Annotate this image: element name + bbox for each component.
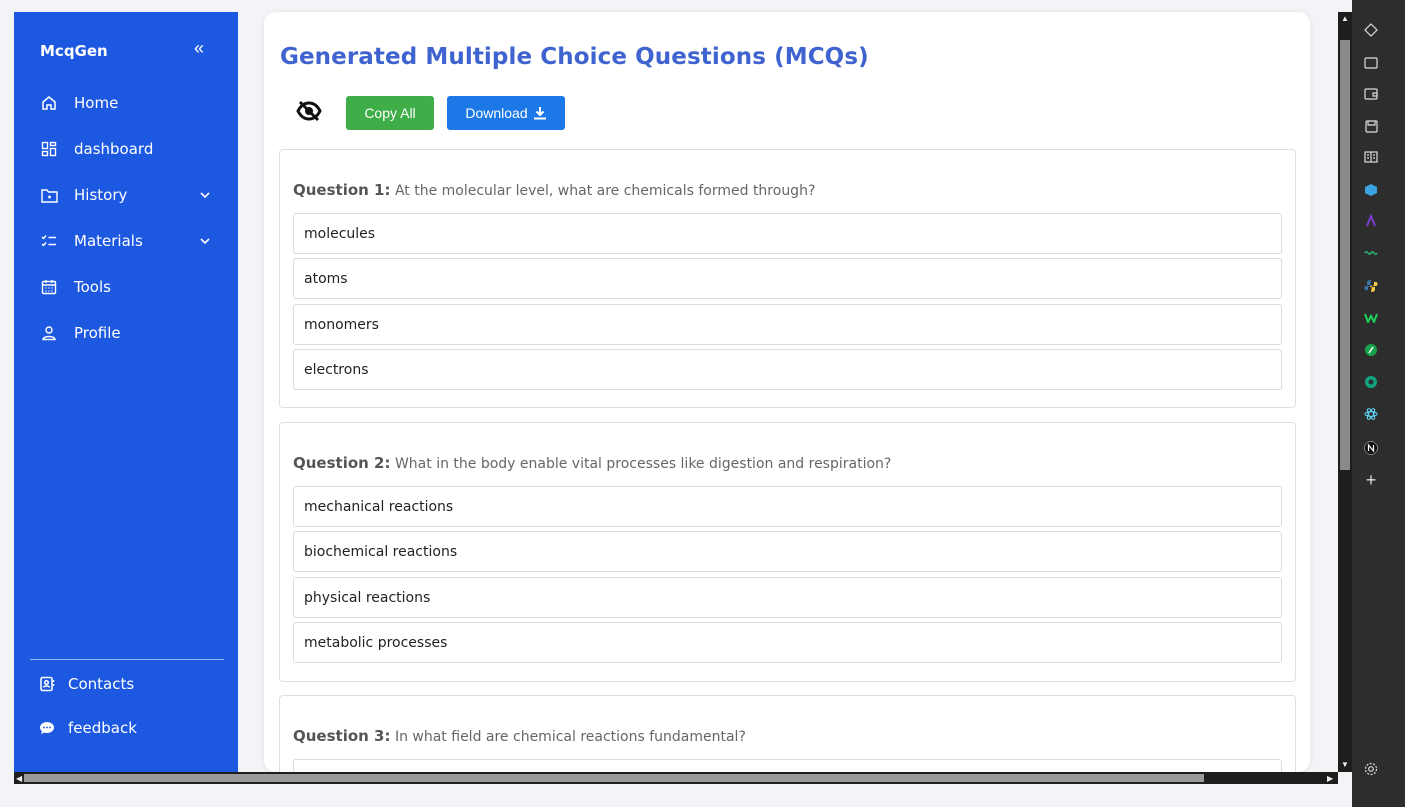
materials-icon	[40, 232, 58, 250]
scrollbar-thumb[interactable]	[24, 774, 1204, 782]
copilot-icon[interactable]	[1363, 22, 1379, 38]
sidebar-item-label: History	[74, 186, 128, 204]
wallet-icon[interactable]	[1363, 86, 1379, 102]
scrollbar-thumb[interactable]	[1340, 40, 1350, 470]
question-body: At the molecular level, what are chemica…	[394, 183, 816, 199]
scroll-down-arrow[interactable]: ▼	[1341, 760, 1349, 769]
reading-icon[interactable]	[1363, 149, 1379, 165]
option-item[interactable]	[293, 759, 1282, 772]
sidebar-divider	[30, 659, 224, 660]
save-icon[interactable]	[1363, 118, 1379, 134]
question-block: Question 3: In what field are chemical r…	[279, 695, 1296, 772]
download-icon	[533, 107, 546, 120]
sidebar-item-label: dashboard	[74, 140, 154, 158]
sidebar-item-history[interactable]: History	[40, 183, 220, 207]
chat-icon	[38, 719, 56, 737]
sidebar-item-dashboard[interactable]: dashboard	[40, 137, 220, 161]
option-item[interactable]: physical reactions	[293, 577, 1282, 618]
sidebar-item-label: feedback	[68, 719, 137, 737]
question-block: Question 1: At the molecular level, what…	[279, 149, 1296, 408]
dashboard-icon	[40, 140, 58, 158]
question-label: Question 3:	[293, 727, 391, 745]
cube-extension-icon[interactable]	[1363, 182, 1379, 198]
download-label: Download	[465, 105, 528, 121]
sidebar-item-label: Contacts	[68, 675, 135, 693]
question-body: What in the body enable vital processes …	[394, 456, 892, 472]
page-title: Generated Multiple Choice Questions (MCQ…	[280, 44, 869, 70]
media-icon[interactable]	[1363, 55, 1379, 71]
option-item[interactable]: atoms	[293, 258, 1282, 299]
option-item[interactable]: biochemical reactions	[293, 531, 1282, 572]
question-label: Question 2:	[293, 454, 391, 472]
sidebar-item-feedback[interactable]: feedback	[38, 716, 218, 740]
question-block: Question 2: What in the body enable vita…	[279, 422, 1296, 682]
extension-icon[interactable]	[1363, 245, 1379, 261]
chevron-down-icon[interactable]	[200, 234, 210, 248]
option-item[interactable]: molecules	[293, 213, 1282, 254]
calendar-icon	[40, 278, 58, 296]
scroll-right-arrow[interactable]: ▶	[1327, 774, 1333, 783]
hide-answers-toggle[interactable]	[296, 98, 322, 124]
horizontal-scrollbar[interactable]: ◀ ▶	[14, 772, 1338, 784]
mcq-card: Generated Multiple Choice Questions (MCQ…	[264, 12, 1310, 772]
sidebar-item-profile[interactable]: Profile	[40, 321, 220, 345]
question-label: Question 1:	[293, 181, 391, 199]
sidebar-item-label: Home	[74, 94, 119, 112]
option-item[interactable]: electrons	[293, 349, 1282, 390]
add-icon[interactable]: +	[1363, 470, 1379, 490]
collapse-sidebar-button[interactable]: «	[194, 38, 204, 59]
question-text: Question 3: In what field are chemical r…	[293, 727, 746, 745]
download-button[interactable]: Download	[447, 96, 565, 130]
chevron-down-icon[interactable]	[200, 188, 210, 202]
question-body: In what field are chemical reactions fun…	[394, 729, 746, 745]
python-icon[interactable]	[1363, 278, 1379, 294]
user-icon	[40, 324, 58, 342]
extension-icon[interactable]	[1363, 310, 1379, 326]
react-icon[interactable]	[1363, 406, 1379, 422]
extension-icon[interactable]	[1363, 213, 1379, 229]
option-item[interactable]: metabolic processes	[293, 622, 1282, 663]
notion-icon[interactable]	[1363, 440, 1379, 456]
extension-icon[interactable]	[1363, 374, 1379, 390]
sidebar: McqGen « Home dashboard History Material…	[14, 12, 238, 772]
sidebar-item-tools[interactable]: Tools	[40, 275, 220, 299]
sidebar-item-contacts[interactable]: Contacts	[38, 672, 218, 696]
sidebar-item-label: Profile	[74, 324, 121, 342]
option-item[interactable]: monomers	[293, 304, 1282, 345]
question-text: Question 1: At the molecular level, what…	[293, 181, 815, 199]
brand-logo[interactable]: McqGen	[40, 42, 108, 60]
home-icon	[40, 94, 58, 112]
option-item[interactable]: mechanical reactions	[293, 486, 1282, 527]
copy-all-button[interactable]: Copy All	[346, 96, 434, 130]
scroll-left-arrow[interactable]: ◀	[16, 774, 22, 783]
gear-icon[interactable]	[1363, 761, 1379, 777]
history-icon	[40, 186, 58, 204]
question-text: Question 2: What in the body enable vita…	[293, 454, 891, 472]
contacts-icon	[38, 675, 56, 693]
scroll-up-arrow[interactable]: ▲	[1341, 14, 1349, 23]
vertical-scrollbar[interactable]: ▲ ▼	[1338, 12, 1352, 772]
sidebar-item-label: Tools	[74, 278, 111, 296]
extension-icon[interactable]	[1363, 342, 1379, 358]
sidebar-item-home[interactable]: Home	[40, 91, 220, 115]
sidebar-item-materials[interactable]: Materials	[40, 229, 220, 253]
sidebar-item-label: Materials	[74, 232, 143, 250]
eye-slash-icon	[296, 100, 322, 122]
